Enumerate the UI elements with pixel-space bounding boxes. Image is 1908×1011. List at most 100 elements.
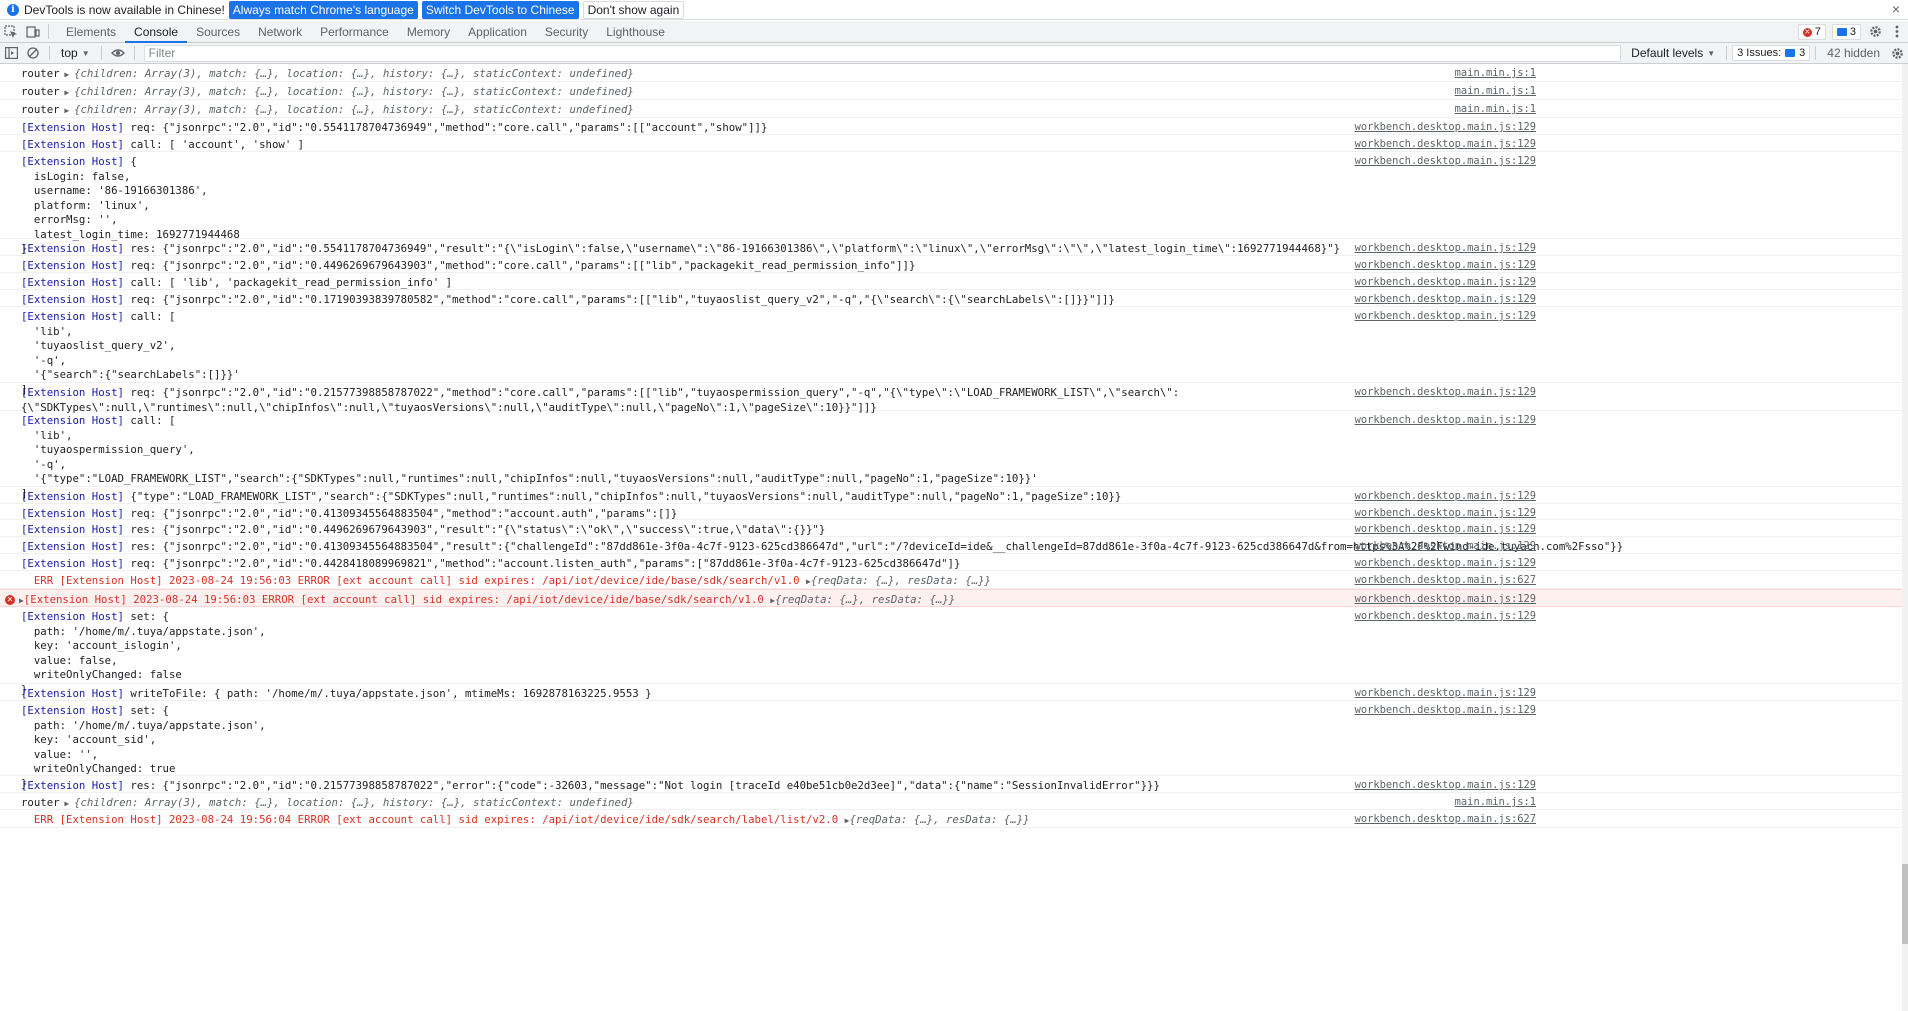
source-link[interactable]: workbench.desktop.main.js:129 — [1355, 557, 1536, 569]
object-preview[interactable]: {children: Array(3), match: {…}, locatio… — [74, 85, 634, 98]
more-options-icon[interactable] — [1886, 21, 1908, 42]
console-message-row: [Extension Host] set: { path: '/home/m/.… — [0, 607, 1908, 696]
tab-sources[interactable]: Sources — [187, 21, 249, 42]
console-scrollbar[interactable] — [1902, 64, 1908, 1011]
log-text: req: {"jsonrpc":"2.0","id":"0.2157739885… — [21, 386, 1180, 414]
console-settings-gear-icon[interactable] — [1886, 43, 1908, 64]
console-message-row: [Extension Host] req: {"jsonrpc":"2.0","… — [0, 383, 1908, 414]
source-link[interactable]: workbench.desktop.main.js:129 — [1355, 138, 1536, 150]
console-message-row: [Extension Host] call: [ 'lib', 'tuyaosl… — [0, 307, 1908, 396]
expand-triangle-icon[interactable]: ▶ — [60, 88, 74, 97]
tab-performance[interactable]: Performance — [311, 21, 398, 42]
log-text: {"type":"LOAD_FRAMEWORK_LIST","search":{… — [123, 490, 1122, 503]
console-message-row: [Extension Host] req: {"jsonrpc":"2.0","… — [0, 256, 1908, 273]
source-link[interactable]: workbench.desktop.main.js:129 — [1355, 704, 1536, 716]
log-label: router — [21, 85, 60, 98]
log-label: router — [21, 796, 60, 809]
console-message-row: ✕ ▶[Extension Host] 2023-08-24 19:56:03 E… — [0, 589, 1908, 607]
console-message-text: ERR [Extension Host] 2023-08-24 19:56:03… — [21, 574, 1548, 590]
source-link[interactable]: workbench.desktop.main.js:129 — [1355, 293, 1536, 305]
extension-host-prefix: [Extension Host] — [21, 414, 124, 427]
hidden-messages-count: 42 hidden — [1827, 46, 1880, 60]
expand-triangle-icon[interactable]: ▶ — [60, 799, 74, 808]
error-icon: ✕ — [5, 595, 15, 605]
tab-network[interactable]: Network — [249, 21, 311, 42]
tab-security[interactable]: Security — [536, 21, 597, 42]
console-messages: router ▶ {children: Array(3), match: {…}… — [0, 64, 1908, 1011]
context-selector[interactable]: top ▼ — [55, 46, 96, 60]
source-link[interactable]: main.min.js:1 — [1455, 67, 1536, 79]
live-expression-eye-icon[interactable] — [107, 43, 129, 64]
sidebar-toggle-icon[interactable] — [0, 43, 22, 64]
always-match-language-button[interactable]: Always match Chrome's language — [228, 0, 418, 19]
source-link[interactable]: workbench.desktop.main.js:627 — [1355, 813, 1536, 825]
log-text: req: {"jsonrpc":"2.0","id":"0.4130934556… — [123, 507, 678, 520]
source-link[interactable]: workbench.desktop.main.js:129 — [1355, 540, 1536, 552]
source-link[interactable]: workbench.desktop.main.js:129 — [1355, 779, 1536, 791]
console-message-row: [Extension Host] req: {"jsonrpc":"2.0","… — [0, 504, 1908, 520]
log-label: router — [21, 67, 60, 80]
source-link[interactable]: workbench.desktop.main.js:129 — [1355, 610, 1536, 622]
source-link[interactable]: workbench.desktop.main.js:129 — [1355, 310, 1536, 322]
close-icon[interactable]: × — [1892, 2, 1900, 16]
source-link[interactable]: workbench.desktop.main.js:129 — [1355, 155, 1536, 167]
switch-to-chinese-button[interactable]: Switch DevTools to Chinese — [421, 0, 579, 19]
console-message-text: router ▶ {children: Array(3), match: {…}… — [21, 103, 1548, 119]
source-link[interactable]: workbench.desktop.main.js:129 — [1355, 121, 1536, 133]
scrollbar-thumb[interactable] — [1902, 864, 1908, 944]
object-preview[interactable]: {children: Array(3), match: {…}, locatio… — [74, 796, 634, 809]
tab-console[interactable]: Console — [125, 21, 188, 43]
inspect-element-icon[interactable] — [0, 21, 22, 42]
source-link[interactable]: workbench.desktop.main.js:627 — [1355, 574, 1536, 586]
source-link[interactable]: workbench.desktop.main.js:129 — [1355, 276, 1536, 288]
source-link[interactable]: workbench.desktop.main.js:129 — [1355, 593, 1536, 605]
log-text: call: [ 'account', 'show' ] — [123, 138, 305, 151]
console-message-row: [Extension Host] res: {"jsonrpc":"2.0","… — [0, 239, 1908, 256]
object-preview[interactable]: {reqData: {…}, resData: {…}} — [849, 813, 1029, 826]
dont-show-again-button[interactable]: Don't show again — [582, 0, 685, 19]
source-link[interactable]: main.min.js:1 — [1455, 796, 1536, 808]
extension-host-prefix: [Extension Host] — [21, 779, 124, 792]
expand-triangle-icon[interactable]: ▶ — [60, 106, 74, 115]
source-link[interactable]: workbench.desktop.main.js:129 — [1355, 242, 1536, 254]
console-message-row: [Extension Host] req: {"jsonrpc":"2.0","… — [0, 554, 1908, 571]
source-link[interactable]: workbench.desktop.main.js:129 — [1355, 414, 1536, 426]
settings-gear-icon[interactable] — [1864, 21, 1886, 42]
extension-host-prefix: [Extension Host] — [21, 121, 124, 134]
console-message-row: [Extension Host] call: [ 'lib', 'package… — [0, 273, 1908, 290]
object-preview[interactable]: {children: Array(3), match: {…}, locatio… — [74, 67, 634, 80]
console-message-row: [Extension Host] { isLogin: false, usern… — [0, 152, 1908, 255]
dropdown-arrow-icon: ▼ — [1707, 48, 1716, 58]
console-message-text: [Extension Host] req: {"jsonrpc":"2.0","… — [21, 259, 1548, 274]
object-preview[interactable]: {children: Array(3), match: {…}, locatio… — [74, 103, 634, 116]
log-text: res: {"jsonrpc":"2.0","id":"0.2157739885… — [123, 779, 1160, 792]
device-toolbar-icon[interactable] — [22, 21, 44, 42]
filter-input[interactable] — [143, 44, 1622, 62]
extension-host-prefix: [Extension Host] — [21, 242, 124, 255]
tab-memory[interactable]: Memory — [398, 21, 459, 42]
error-count-badge[interactable]: ✕ 7 — [1797, 24, 1826, 40]
source-link[interactable]: workbench.desktop.main.js:129 — [1355, 259, 1536, 271]
source-link[interactable]: main.min.js:1 — [1455, 103, 1536, 115]
clear-console-icon[interactable] — [22, 43, 44, 64]
source-link[interactable]: workbench.desktop.main.js:129 — [1355, 507, 1536, 519]
log-levels-dropdown[interactable]: Default levels ▼ — [1625, 46, 1721, 60]
source-link[interactable]: workbench.desktop.main.js:129 — [1355, 490, 1536, 502]
source-link[interactable]: main.min.js:1 — [1455, 85, 1536, 97]
source-link[interactable]: workbench.desktop.main.js:129 — [1355, 523, 1536, 535]
issues-button[interactable]: 3 Issues: 3 — [1732, 45, 1811, 61]
object-preview[interactable]: {reqData: {…}, resData: {…}} — [811, 574, 991, 587]
tab-lighthouse[interactable]: Lighthouse — [597, 21, 674, 42]
source-link[interactable]: workbench.desktop.main.js:129 — [1355, 687, 1536, 699]
log-text: writeToFile: { path: '/home/m/.tuya/apps… — [123, 687, 652, 700]
message-count-badge[interactable]: 3 — [1831, 24, 1861, 40]
console-message-text: [Extension Host] call: [ 'lib', 'package… — [21, 276, 1548, 291]
source-link[interactable]: workbench.desktop.main.js:129 — [1355, 386, 1536, 398]
tab-application[interactable]: Application — [459, 21, 536, 42]
tab-elements[interactable]: Elements — [57, 21, 125, 42]
expand-triangle-icon[interactable]: ▶ — [60, 70, 74, 79]
console-message-text: [Extension Host] res: {"jsonrpc":"2.0","… — [21, 242, 1548, 257]
console-message-row: [Extension Host] call: [ 'lib', 'tuyaosp… — [0, 411, 1908, 500]
object-preview[interactable]: {reqData: {…}, resData: {…}} — [775, 593, 955, 606]
message-count: 3 — [1849, 26, 1856, 38]
